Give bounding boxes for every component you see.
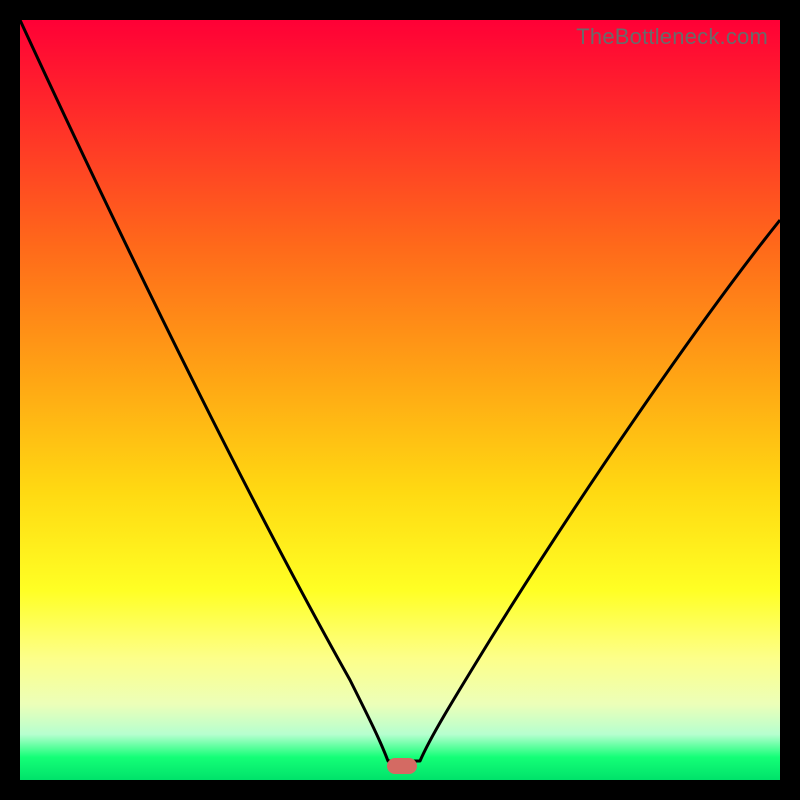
optimum-marker xyxy=(387,758,417,774)
chart-frame: TheBottleneck.com xyxy=(0,0,800,800)
bottleneck-curve xyxy=(20,20,780,780)
curve-path xyxy=(20,20,780,761)
plot-area: TheBottleneck.com xyxy=(20,20,780,780)
